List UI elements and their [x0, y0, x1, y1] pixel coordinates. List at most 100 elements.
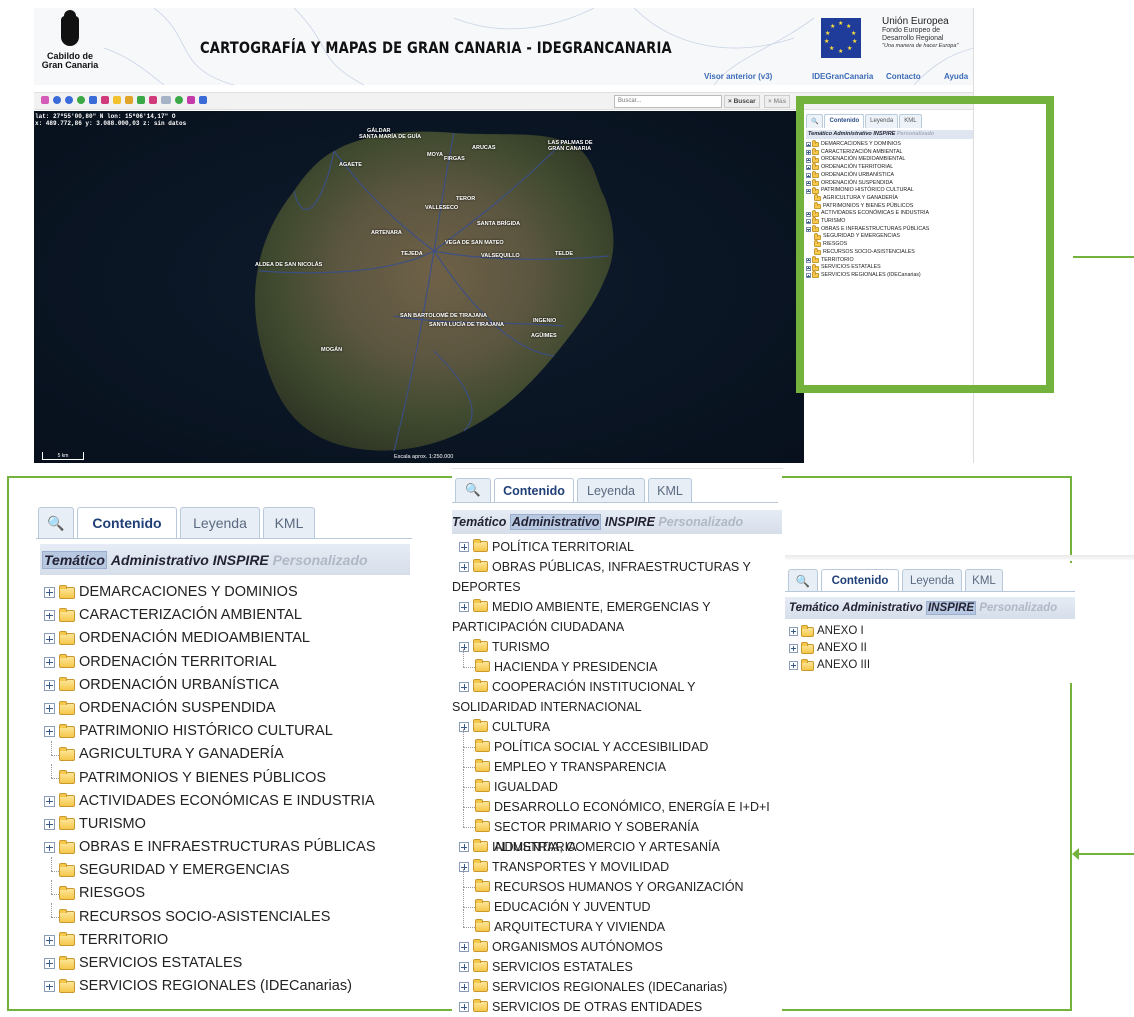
expand-icon[interactable] [789, 644, 798, 653]
expand-icon[interactable] [459, 982, 469, 992]
expand-icon[interactable] [44, 842, 55, 854]
expand-icon[interactable] [806, 165, 811, 171]
nav-link-contacto[interactable]: Contacto [886, 72, 921, 81]
ruler-icon[interactable] [161, 96, 171, 104]
tree-item[interactable]: ORDENACIÓN URBANÍSTICA [44, 674, 414, 697]
tree-item[interactable]: CARACTERIZACIÓN AMBIENTAL [44, 604, 414, 627]
tree-item[interactable]: OBRAS E INFRAESTRUCTURAS PÚBLICAS [44, 836, 414, 859]
panel-toggle-handle[interactable] [797, 116, 804, 130]
tree-item[interactable]: SERVICIOS ESTATALES [44, 952, 414, 975]
tab-leyenda[interactable]: Leyenda [577, 478, 645, 502]
tab-search[interactable]: 🔍 [38, 507, 74, 538]
tree-item[interactable]: ORDENACIÓN URBANÍSTICA [806, 171, 973, 180]
expand-icon[interactable] [44, 818, 55, 830]
tree-item[interactable]: ORGANISMOS AUTÓNOMOS [454, 937, 782, 957]
more-button[interactable]: × Más [764, 95, 791, 108]
expand-icon[interactable] [806, 150, 811, 156]
tree-item[interactable]: HACIENDA Y PRESIDENCIA [454, 649, 782, 677]
expand-icon[interactable] [459, 542, 469, 552]
mode-tematico[interactable]: Temático [42, 550, 107, 569]
tree-item[interactable]: RIESGOS [806, 240, 973, 249]
expand-icon[interactable] [44, 633, 55, 645]
expand-icon[interactable] [806, 219, 811, 225]
expand-icon[interactable] [789, 661, 798, 670]
search-input[interactable]: Buscar... [614, 95, 722, 108]
nav-link-visor-anterior[interactable]: Visor anterior (v3) [704, 72, 772, 81]
expand-icon[interactable] [459, 602, 469, 612]
tree-item[interactable]: CULTURA [454, 717, 782, 737]
tree-item[interactable]: ANEXO I [789, 623, 870, 640]
tree-item[interactable]: ACTIVIDADES ECONÓMICAS E INDUSTRIA [806, 209, 973, 218]
zoom-box-icon[interactable] [41, 96, 49, 104]
expand-icon[interactable] [44, 656, 55, 668]
tree-item[interactable]: SERVICIOS ESTATALES [454, 957, 782, 977]
tree-item[interactable]: IGUALDAD [454, 769, 782, 797]
tree-item[interactable]: DEMARCACIONES Y DOMINIOS [44, 581, 414, 604]
tab-search[interactable]: 🔍 [806, 114, 824, 128]
tab-kml[interactable]: KML [899, 114, 922, 128]
mode-inspire[interactable]: INSPIRE [925, 601, 976, 615]
tree-item[interactable]: TURISMO [454, 637, 782, 657]
expand-icon[interactable] [44, 587, 55, 599]
expand-icon[interactable] [44, 981, 55, 993]
tab-leyenda[interactable]: Leyenda [180, 507, 260, 538]
tree-item[interactable]: RECURSOS SOCIO-ASISTENCIALES [44, 903, 414, 929]
search-button[interactable]: × Buscar [724, 95, 760, 108]
expand-icon[interactable] [44, 610, 55, 622]
expand-icon[interactable] [459, 962, 469, 972]
measure-area-icon[interactable] [125, 96, 133, 104]
tab-contenido[interactable]: Contenido [821, 569, 899, 591]
expand-icon[interactable] [44, 795, 55, 807]
tab-contenido[interactable]: Contenido [77, 507, 177, 538]
tree-item[interactable]: TRANSPORTES Y MOVILIDAD [454, 857, 782, 877]
expand-icon[interactable] [806, 257, 811, 263]
map-canvas[interactable]: lat: 27º55'00,80" N lon: 15º06'14,17" O … [34, 111, 804, 463]
tree-item[interactable]: PATRIMONIOS Y BIENES PÚBLICOS [44, 764, 414, 790]
split-view-icon[interactable] [199, 96, 207, 104]
tree-item[interactable]: AGRICULTURA Y GANADERÍA [806, 194, 973, 203]
tree-item[interactable]: ACTIVIDADES ECONÓMICAS E INDUSTRIA [44, 790, 414, 813]
tree-item[interactable]: ORDENACIÓN TERRITORIAL [44, 651, 414, 674]
mode-tematico[interactable]: Temático [789, 602, 839, 614]
mode-tematico[interactable]: Temático [808, 131, 832, 137]
expand-icon[interactable] [806, 180, 811, 186]
tree-item[interactable]: ANEXO II [789, 640, 870, 657]
tree-item[interactable]: PATRIMONIO HISTÓRICO CULTURAL [806, 186, 973, 195]
tree-item[interactable]: SECTOR PRIMARIO Y SOBERANÍA ALIMENTARIA [454, 809, 782, 854]
tree-item[interactable]: EDUCACIÓN Y JUVENTUD [454, 889, 782, 917]
expand-icon[interactable] [44, 958, 55, 970]
nav-link-ayuda[interactable]: Ayuda [944, 72, 968, 81]
tab-contenido[interactable]: Contenido [494, 478, 574, 502]
tree-item[interactable]: POLÍTICA TERRITORIAL [454, 537, 782, 557]
tree-item[interactable]: ORDENACIÓN TERRITORIAL [806, 163, 973, 172]
mode-inspire[interactable]: INSPIRE [873, 131, 895, 137]
full-extent-icon[interactable] [77, 96, 85, 104]
expand-icon[interactable] [806, 211, 811, 217]
tree-item[interactable]: SEGURIDAD Y EMERGENCIAS [44, 856, 414, 882]
expand-icon[interactable] [806, 157, 811, 163]
tree-item[interactable]: SERVICIOS REGIONALES (IDECanarias) [454, 977, 782, 997]
mode-tematico[interactable]: Temático [452, 515, 506, 529]
mode-administrativo[interactable]: Administrativo [111, 552, 209, 568]
mode-personalizado[interactable]: Personalizado [897, 131, 934, 137]
tree-item[interactable]: SERVICIOS DE OTRAS ENTIDADES [454, 997, 782, 1017]
tree-item[interactable]: COOPERACIÓN INSTITUCIONAL Y SOLIDARIDAD I… [452, 677, 782, 717]
mode-administrativo[interactable]: Administrativo [509, 514, 602, 530]
expand-icon[interactable] [806, 188, 811, 194]
expand-icon[interactable] [459, 682, 469, 692]
tree-item[interactable]: ORDENACIÓN MEDIOAMBIENTAL [806, 155, 973, 164]
mode-administrativo[interactable]: Administrativo [833, 131, 872, 137]
tab-leyenda[interactable]: Leyenda [865, 114, 899, 128]
tree-item[interactable]: PATRIMONIO HISTÓRICO CULTURAL [44, 720, 414, 743]
tree-item[interactable]: SERVICIOS REGIONALES (IDECanarias) [806, 271, 973, 280]
expand-icon[interactable] [459, 1002, 469, 1012]
back-arrow-icon[interactable] [89, 96, 97, 104]
zoom-in-icon[interactable] [53, 96, 61, 104]
tree-item[interactable]: TERRITORIO [44, 929, 414, 952]
tab-leyenda[interactable]: Leyenda [902, 569, 962, 591]
expand-icon[interactable] [806, 265, 811, 271]
tab-contenido[interactable]: Contenido [824, 114, 865, 128]
tree-item[interactable]: TURISMO [44, 813, 414, 836]
tree-item[interactable]: TURISMO [806, 217, 973, 226]
tree-item[interactable]: RIESGOS [44, 880, 414, 905]
